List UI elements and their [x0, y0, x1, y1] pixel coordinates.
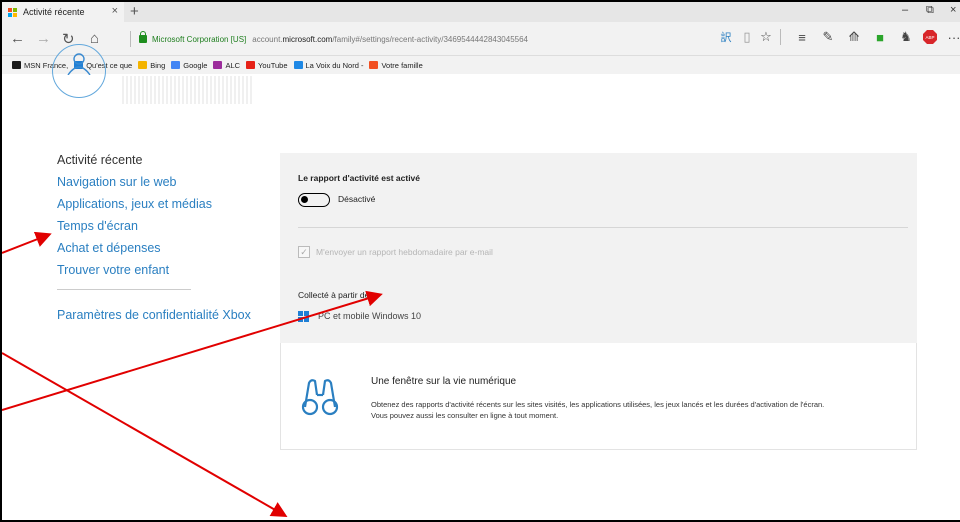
certificate-label[interactable]: Microsoft Corporation [US] — [152, 35, 246, 44]
sidebar-item-purchases[interactable]: Achat et dépenses — [57, 241, 267, 255]
url-host[interactable]: microsoft.com — [283, 35, 333, 44]
digital-life-card: Une fenêtre sur la vie numérique Obtenez… — [280, 343, 917, 450]
url-path[interactable]: /family#/settings/recent-activity/346954… — [332, 35, 528, 44]
tab-title: Activité récente — [23, 7, 85, 17]
reading-view-icon[interactable]: ▯ — [739, 29, 755, 45]
toggle-label: Désactivé — [338, 194, 376, 204]
youtube-icon — [246, 61, 256, 69]
url-prefix[interactable]: account. — [252, 35, 282, 44]
avatar — [52, 44, 106, 98]
more-icon[interactable]: ··· — [946, 29, 960, 45]
hub-icon[interactable]: ≡ — [794, 29, 810, 45]
binoculars-icon — [301, 379, 339, 416]
page-content: Activité récente Navigation sur le web A… — [2, 44, 960, 520]
google-icon — [171, 61, 181, 69]
lock-icon[interactable] — [139, 31, 147, 43]
web-note-icon[interactable]: ✎ — [820, 29, 836, 45]
activity-sidebar: Activité récente Navigation sur le web A… — [57, 153, 267, 330]
extension-icon[interactable]: ■ — [872, 29, 888, 45]
browser-tab[interactable]: Activité récente × — [2, 2, 124, 22]
share-icon[interactable]: ⟰ — [846, 29, 862, 45]
new-tab-icon[interactable]: + — [130, 3, 139, 20]
card-description: Obtenez des rapports d'activité récents … — [371, 400, 825, 420]
panel-divider — [298, 227, 908, 228]
translate-icon[interactable]: 訳 — [718, 29, 734, 45]
msn-icon — [12, 61, 21, 69]
forward-icon[interactable]: → — [36, 30, 51, 47]
voix-du-nord-icon — [293, 61, 303, 69]
favorite-item[interactable]: Bing — [138, 61, 165, 70]
activity-report-panel: Le rapport d'activité est activé Désacti… — [280, 153, 917, 343]
close-window-icon[interactable]: × — [950, 4, 956, 16]
bing-icon — [138, 61, 148, 69]
toggle-knob — [301, 196, 308, 203]
favorite-star-icon[interactable]: ☆ — [758, 29, 774, 45]
family-icon — [369, 61, 379, 69]
sidebar-divider — [57, 289, 191, 290]
back-icon[interactable]: ← — [10, 30, 25, 47]
user-name-blurred — [122, 76, 254, 104]
adblock-icon[interactable]: ABP — [922, 29, 938, 45]
sidebar-item-recent-activity: Activité récente — [57, 153, 143, 167]
collected-from-source: PC et mobile Windows 10 — [318, 311, 422, 321]
favorite-item[interactable]: Votre famille — [369, 61, 423, 70]
favorite-item[interactable]: YouTube — [246, 61, 288, 70]
activity-report-toggle[interactable] — [298, 193, 330, 207]
address-bar[interactable]: Microsoft Corporation [US] account. micr… — [130, 31, 528, 47]
close-tab-icon[interactable]: × — [112, 5, 118, 17]
microsoft-logo-icon — [8, 7, 17, 17]
sidebar-item-screen-time[interactable]: Temps d'écran — [57, 219, 267, 233]
favorite-item[interactable]: Google — [171, 61, 207, 70]
title-bar: Activité récente × + – ⧉ × — [2, 2, 960, 22]
person-icon — [67, 53, 91, 75]
weekly-email-checkbox[interactable]: ✓ — [298, 246, 310, 258]
favorites-bar: MSN France, Qu'est ce que Bing Google AL… — [2, 56, 960, 74]
svg-text:ABP: ABP — [925, 35, 934, 40]
toolbar-separator — [780, 29, 781, 45]
collected-from-title: Collecté à partir de — [298, 290, 370, 300]
alc-icon — [213, 61, 223, 69]
minimize-icon[interactable]: – — [902, 4, 908, 16]
extension-icon-2[interactable]: ♞ — [898, 29, 914, 45]
restore-icon[interactable]: ⧉ — [926, 4, 934, 17]
sidebar-item-xbox-privacy[interactable]: Paramètres de confidentialité Xbox — [57, 308, 267, 322]
browser-window: Activité récente × + – ⧉ × ← → ↻ ⌂ Micro… — [0, 0, 960, 522]
windows-logo-icon — [298, 311, 309, 322]
navigation-bar: ← → ↻ ⌂ Microsoft Corporation [US] accou… — [2, 22, 960, 56]
address-separator — [130, 31, 131, 47]
card-title: Une fenêtre sur la vie numérique — [371, 376, 517, 387]
sidebar-item-find-child[interactable]: Trouver votre enfant — [57, 263, 267, 277]
home-icon[interactable]: ⌂ — [90, 30, 99, 47]
sidebar-item-apps-games-media[interactable]: Applications, jeux et médias — [57, 197, 267, 211]
weekly-email-label: M'envoyer un rapport hebdomadaire par e-… — [316, 247, 493, 257]
favorite-item[interactable]: La Voix du Nord - — [293, 61, 363, 70]
sidebar-item-web-browsing[interactable]: Navigation sur le web — [57, 175, 267, 189]
favorite-item[interactable]: ALC — [213, 61, 240, 70]
report-status-title: Le rapport d'activité est activé — [298, 173, 421, 183]
